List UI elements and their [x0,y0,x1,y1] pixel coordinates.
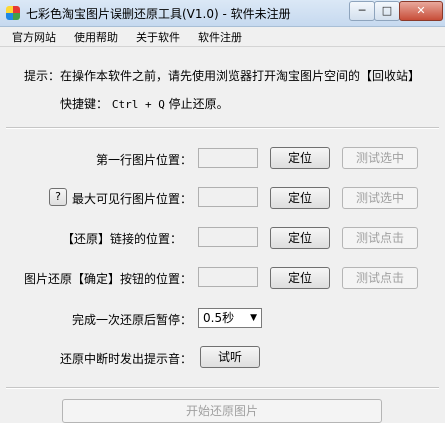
app-icon [6,6,20,20]
max-visible-row-locate-button[interactable]: 定位 [270,187,330,209]
hint-text: 提示：在操作本软件之前，请先使用浏览器打开淘宝图片空间的【回收站】 [24,69,421,83]
confirm-button-field[interactable] [198,267,258,287]
max-visible-row-label: 最大可见行图片位置： [72,192,193,206]
restore-link-test-button[interactable]: 测试点击 [342,227,418,249]
first-row-label: 第一行图片位置： [96,153,193,167]
confirm-button-test-button[interactable]: 测试点击 [342,267,418,289]
menu-help[interactable]: 使用帮助 [74,29,118,45]
menu-official-site[interactable]: 官方网站 [12,29,56,45]
shortcut-line: 快捷键： Ctrl + Q 停止还原。 [60,95,229,112]
restore-link-field[interactable] [198,227,258,247]
menu-about[interactable]: 关于软件 [136,29,180,45]
shortcut-label: 快捷键： [60,97,109,111]
help-button[interactable]: ? [49,188,67,206]
shortcut-keys: Ctrl + Q [111,98,165,111]
restore-link-locate-button[interactable]: 定位 [270,227,330,249]
first-row-test-button[interactable]: 测试选中 [342,147,418,169]
confirm-button-locate-button[interactable]: 定位 [270,267,330,289]
first-row-field[interactable] [198,148,258,168]
max-visible-row-field[interactable] [198,187,258,207]
menu-register[interactable]: 软件注册 [198,29,242,45]
shortcut-action: 停止还原。 [168,97,229,111]
pause-select[interactable]: 0.5秒 ▼ [198,308,262,328]
divider-bottom [6,387,439,389]
first-row-locate-button[interactable]: 定位 [270,147,330,169]
close-button[interactable]: ✕ [399,1,443,21]
menu-bar: 官方网站 使用帮助 关于软件 软件注册 [0,27,445,47]
max-visible-row-test-button[interactable]: 测试选中 [342,187,418,209]
divider-top [6,127,439,129]
title-bar: 七彩色淘宝图片误删还原工具(V1.0) - 软件未注册 ─ □ ✕ [0,0,445,27]
main-panel: 提示：在操作本软件之前，请先使用浏览器打开淘宝图片空间的【回收站】 快捷键： C… [0,47,445,423]
chevron-down-icon: ▼ [250,313,257,323]
sound-label: 还原中断时发出提示音： [60,352,193,366]
restore-link-label: 【还原】链接的位置： [62,232,183,246]
start-restore-button[interactable]: 开始还原图片 [62,399,382,423]
pause-select-value: 0.5秒 [203,311,235,325]
confirm-button-label: 图片还原【确定】按钮的位置： [24,272,193,286]
minimize-button[interactable]: ─ [349,1,375,21]
maximize-button[interactable]: □ [374,1,400,21]
pause-label: 完成一次还原后暂停： [72,313,193,327]
listen-button[interactable]: 试听 [200,346,260,368]
window-title: 七彩色淘宝图片误删还原工具(V1.0) - 软件未注册 [26,7,291,21]
